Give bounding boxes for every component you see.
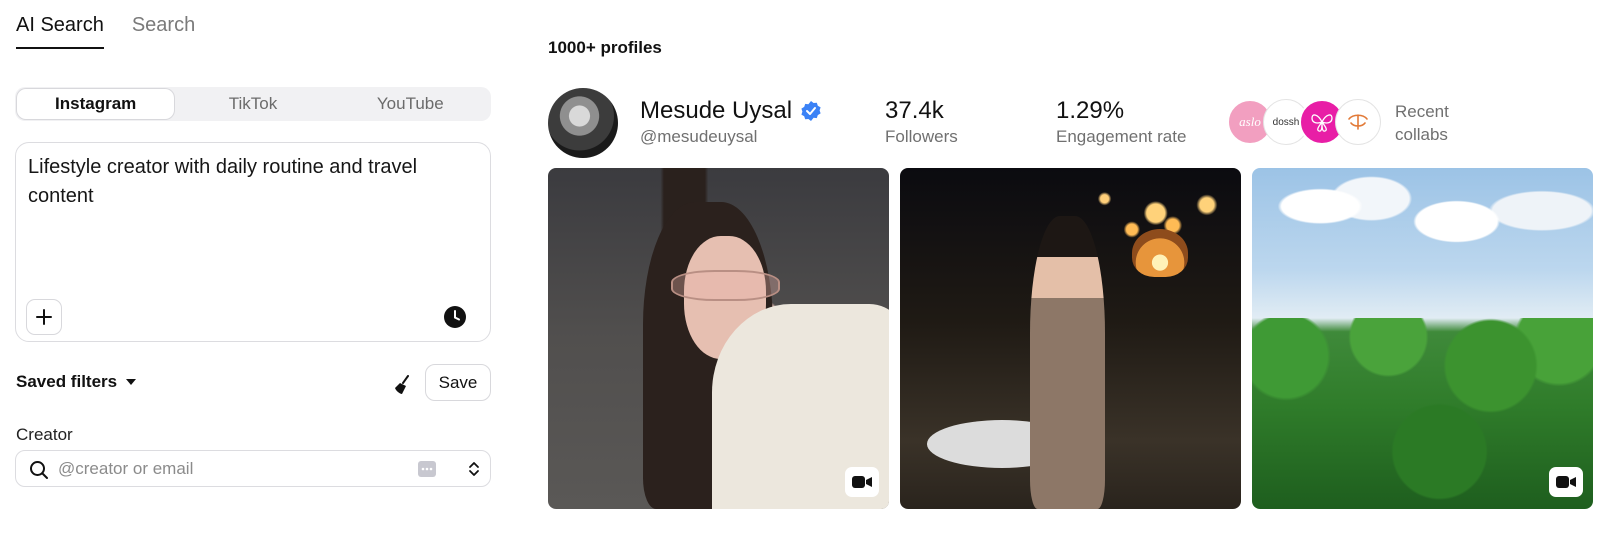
post-thumbnail-1[interactable] — [548, 168, 889, 509]
photo-content — [1029, 215, 1105, 509]
creator-input-placeholder: @creator or email — [58, 459, 194, 478]
post-thumbnail-3[interactable] — [1252, 168, 1593, 509]
platform-switcher: Instagram TikTok YouTube — [15, 87, 491, 121]
photo-content — [1252, 318, 1593, 509]
results-count: 1000+ profiles — [548, 38, 662, 57]
ai-query-text[interactable]: Lifestyle creator with daily routine and… — [28, 153, 468, 211]
recent-collabs-avatars: aslo dossh — [1227, 99, 1397, 145]
collab-logo-orange[interactable] — [1335, 99, 1381, 145]
photo-content — [1252, 168, 1593, 322]
saved-filters-dropdown[interactable]: Saved filters — [16, 372, 137, 392]
ai-query-box[interactable]: Lifestyle creator with daily routine and… — [15, 142, 491, 342]
save-filters-button[interactable]: Save — [425, 364, 491, 401]
platform-tiktok[interactable]: TikTok — [174, 89, 331, 119]
history-button[interactable] — [441, 303, 469, 331]
brand-mark-icon — [1348, 114, 1368, 130]
more-dots-icon[interactable] — [418, 461, 436, 477]
photo-content — [670, 270, 780, 301]
verified-badge-icon — [801, 101, 821, 121]
plus-icon — [36, 309, 52, 325]
clock-icon — [444, 306, 466, 328]
tab-ai-search[interactable]: AI Search — [16, 14, 104, 49]
platform-instagram[interactable]: Instagram — [17, 89, 175, 119]
creator-filter-label: Creator — [16, 425, 73, 444]
video-icon — [1549, 467, 1583, 497]
followers-label: Followers — [885, 127, 958, 146]
recent-collabs-label[interactable]: Recent collabs — [1395, 100, 1475, 146]
creator-search-input[interactable]: @creator or email — [15, 450, 491, 487]
clear-filters-icon[interactable] — [392, 374, 414, 396]
caret-down-icon — [126, 379, 137, 385]
add-attachment-button[interactable] — [26, 299, 62, 335]
saved-filters-label: Saved filters — [16, 372, 118, 391]
engagement-label: Engagement rate — [1056, 127, 1187, 146]
butterfly-icon — [1311, 114, 1333, 132]
creator-name[interactable]: Mesude Uysal — [640, 97, 822, 125]
creator-name-text: Mesude Uysal — [640, 97, 793, 124]
followers-value: 37.4k — [885, 97, 944, 124]
chevron-up-down-icon[interactable] — [468, 459, 480, 479]
video-icon — [845, 467, 879, 497]
engagement-value: 1.29% — [1056, 97, 1125, 124]
post-thumbnail-2[interactable] — [900, 168, 1241, 509]
creator-handle: @mesudeuysal — [640, 127, 758, 146]
photo-content — [1131, 229, 1188, 278]
platform-youtube[interactable]: YouTube — [332, 89, 489, 119]
search-icon — [30, 461, 48, 479]
search-mode-tabs: AI Search Search — [16, 14, 195, 49]
avatar[interactable] — [548, 88, 618, 158]
tab-search[interactable]: Search — [132, 14, 195, 49]
